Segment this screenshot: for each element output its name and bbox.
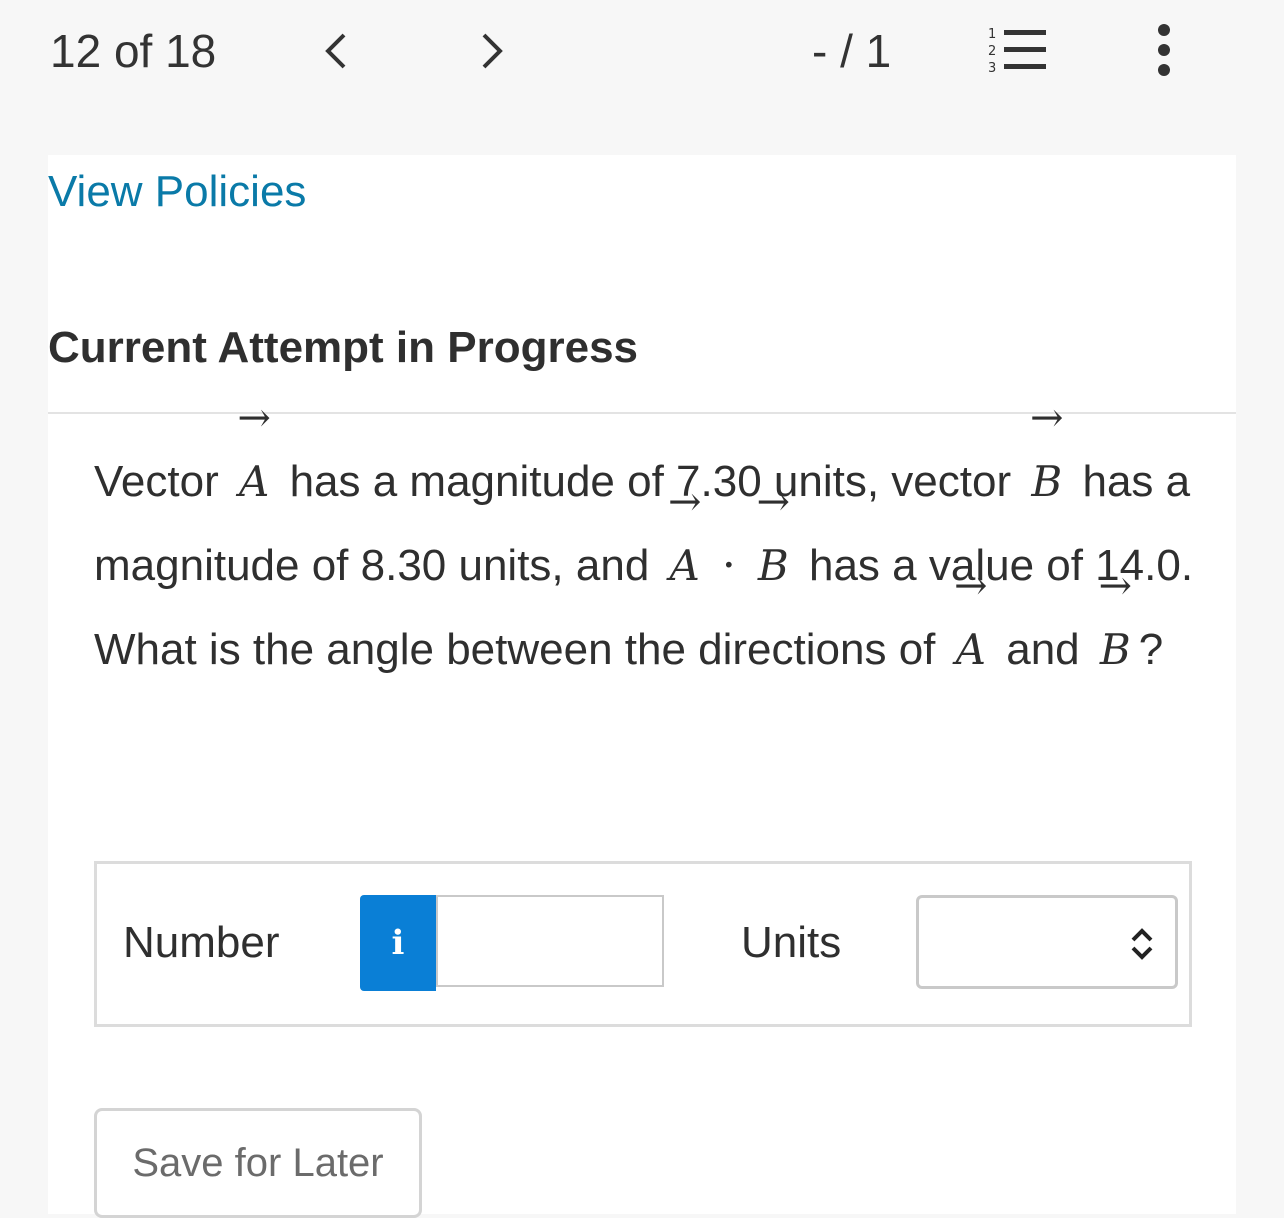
vector-a-symbol: A <box>948 566 995 692</box>
svg-text:2: 2 <box>988 44 996 59</box>
view-policies-link[interactable]: View Policies <box>48 167 306 217</box>
vector-b-symbol: B <box>750 482 797 608</box>
info-button[interactable]: i <box>360 895 436 991</box>
vector-a-symbol: A <box>662 482 709 608</box>
score-display: - / 1 <box>812 25 892 77</box>
numbered-list-icon: 1 2 3 <box>988 27 1046 76</box>
info-icon: i <box>391 923 405 963</box>
question-counter: 12 of 18 <box>50 25 217 77</box>
previous-question-button[interactable] <box>314 26 358 76</box>
question-text-part: Vector <box>94 457 219 506</box>
vector-b-symbol: B <box>1023 398 1070 524</box>
chevron-right-icon <box>482 33 503 69</box>
units-select[interactable] <box>916 895 1178 989</box>
number-label: Number <box>123 918 280 967</box>
units-label: Units <box>741 918 842 967</box>
more-vertical-icon <box>1158 24 1170 76</box>
question-mark: ? <box>1138 625 1164 674</box>
question-list-button[interactable]: 1 2 3 <box>984 24 1050 76</box>
question-text: Vector A has a magnitude of 7.30 units, … <box>94 398 1204 692</box>
chevron-up-down-icon <box>1131 928 1153 960</box>
attempt-heading: Current Attempt in Progress <box>48 323 639 372</box>
number-input[interactable] <box>436 895 664 987</box>
vector-a-symbol: A <box>231 398 278 524</box>
vector-b-symbol: B <box>1092 566 1139 692</box>
next-question-button[interactable] <box>470 26 514 76</box>
question-card: View Policies Current Attempt in Progres… <box>48 155 1236 1218</box>
dot-product-symbol: · <box>721 540 736 591</box>
svg-text:1: 1 <box>988 27 996 42</box>
question-text-part: and <box>1006 625 1080 674</box>
chevron-left-icon <box>325 33 346 69</box>
save-for-later-button[interactable]: Save for Later <box>94 1108 422 1218</box>
answer-box: Number i Units <box>94 861 1192 1027</box>
svg-text:3: 3 <box>988 61 996 76</box>
question-text-part: has a magnitude of 7.30 units, vector <box>289 457 1012 506</box>
top-bar: 12 of 18 - / 1 1 2 3 <box>0 0 1284 100</box>
more-options-button[interactable] <box>1146 22 1182 78</box>
